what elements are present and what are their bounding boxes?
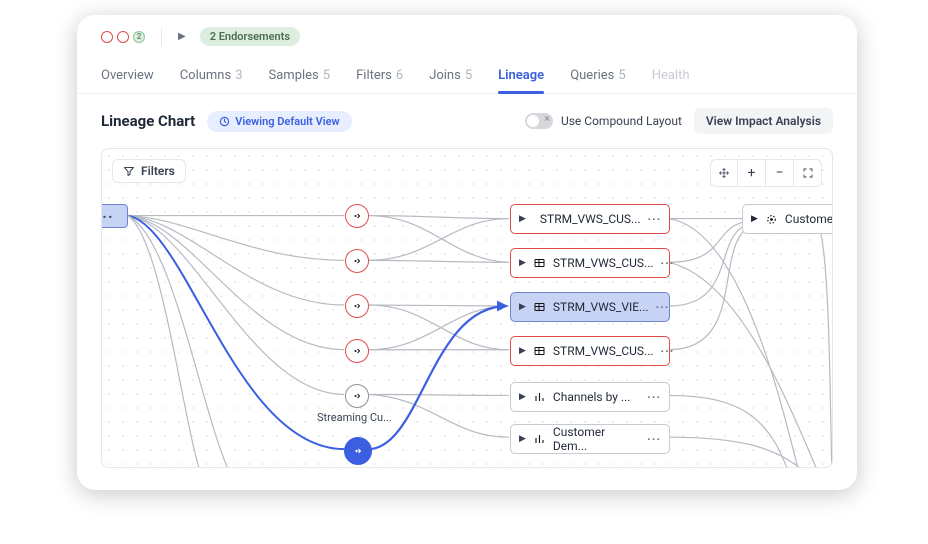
view-impact-button[interactable]: View Impact Analysis: [694, 108, 833, 134]
table-node[interactable]: ▶ STRM_VWS_CUS... ···: [510, 248, 670, 278]
node-title: STRM_VWS_CUS...: [540, 212, 641, 226]
lineage-canvas[interactable]: Filters + − ··· Streaming Cu... ▶ STRM_V…: [101, 148, 833, 468]
expand-icon[interactable]: ▶: [519, 214, 526, 224]
expand-icon[interactable]: ▶: [519, 392, 526, 402]
tab-count: 5: [618, 68, 625, 83]
node-menu-button[interactable]: ···: [656, 300, 670, 314]
table-icon: [533, 257, 546, 269]
chevron-right-icon: ▶: [178, 31, 186, 42]
tab-queries[interactable]: Queries 5: [570, 68, 626, 83]
node-title: Channels by ...: [553, 390, 630, 404]
zoom-in-button[interactable]: +: [738, 159, 766, 187]
expand-icon[interactable]: ▶: [519, 258, 526, 268]
table-icon: [533, 301, 546, 313]
fullscreen-button[interactable]: [794, 159, 822, 187]
transform-node[interactable]: [345, 204, 369, 228]
destination-node[interactable]: ▶ Customer: [742, 204, 833, 234]
ring-count-icon: 2: [133, 31, 145, 43]
tab-joins[interactable]: Joins 5: [429, 68, 472, 83]
node-menu-button[interactable]: ···: [647, 390, 661, 404]
chart-node[interactable]: ▶ Customer Dem... ···: [510, 424, 670, 454]
status-rings: 2: [101, 31, 145, 43]
move-icon: [718, 167, 730, 179]
expand-icon[interactable]: ▶: [751, 214, 758, 224]
transform-node[interactable]: [345, 294, 369, 318]
tab-count: 6: [396, 68, 403, 83]
zoom-out-button[interactable]: −: [766, 159, 794, 187]
table-node[interactable]: ▶ STRM_VWS_CUS... ···: [510, 204, 670, 234]
tab-count: 5: [465, 68, 472, 83]
node-title: STRM_VWS_VIE...: [553, 300, 649, 314]
compound-layout-toggle[interactable]: Use Compound Layout: [525, 113, 682, 129]
tab-label: Queries: [570, 68, 614, 83]
origin-node[interactable]: ···: [101, 204, 128, 228]
node-title: STRM_VWS_CUS...: [553, 344, 654, 358]
tab-label: Samples: [269, 68, 319, 83]
transform-node[interactable]: [345, 339, 369, 363]
tab-samples[interactable]: Samples 5: [269, 68, 331, 83]
canvas-controls: + −: [710, 159, 822, 187]
clock-icon: [219, 116, 230, 127]
tab-columns[interactable]: Columns3: [180, 68, 243, 83]
expand-icon[interactable]: ▶: [519, 434, 526, 444]
lineage-wires: [102, 149, 832, 467]
divider: [161, 28, 162, 46]
toggle-switch[interactable]: [525, 113, 553, 129]
tab-label: Joins: [429, 68, 461, 83]
tab-filters[interactable]: Filters 6: [356, 68, 403, 83]
ring-icon: [117, 31, 129, 43]
toggle-label: Use Compound Layout: [561, 114, 682, 128]
bar-chart-icon: [533, 433, 546, 445]
transform-node[interactable]: [345, 384, 369, 408]
fullscreen-icon: [802, 167, 814, 179]
chart-node[interactable]: ▶ Channels by ... ···: [510, 382, 670, 412]
node-title: Customer Dem...: [553, 425, 640, 453]
table-node-selected[interactable]: ▶ STRM_VWS_VIE... ···: [510, 292, 670, 322]
endorsements-badge[interactable]: 2 Endorsements: [200, 27, 300, 46]
ring-icon: [101, 31, 113, 43]
tab-label: Health: [652, 68, 690, 83]
node-menu-button[interactable]: ···: [648, 212, 662, 226]
page-title: Lineage Chart: [101, 112, 195, 130]
transform-node[interactable]: [345, 249, 369, 273]
tab-lineage[interactable]: Lineage: [498, 68, 544, 83]
node-menu-button[interactable]: ···: [661, 256, 675, 270]
tab-health[interactable]: Health: [652, 68, 690, 83]
node-label: Streaming Cu...: [317, 411, 392, 424]
node-menu-button[interactable]: ···: [661, 344, 675, 358]
filter-icon: [123, 165, 135, 177]
lineage-header: Lineage Chart Viewing Default View Use C…: [77, 94, 857, 148]
tab-label: Lineage: [498, 68, 544, 83]
tab-label: Overview: [101, 68, 154, 83]
table-icon: [533, 345, 546, 357]
target-icon: [765, 213, 778, 226]
filters-label: Filters: [141, 164, 175, 178]
expand-icon[interactable]: ▶: [519, 346, 526, 356]
transform-node-selected[interactable]: [344, 437, 372, 465]
viewing-label: Viewing Default View: [235, 115, 339, 128]
badge-row: 2 ▶ 2 Endorsements: [77, 15, 857, 46]
node-menu-button[interactable]: ···: [647, 432, 661, 446]
tab-label: Filters: [356, 68, 392, 83]
tab-label: Columns: [180, 68, 232, 83]
table-node[interactable]: ▶ STRM_VWS_CUS... ···: [510, 336, 670, 366]
node-title: STRM_VWS_CUS...: [553, 256, 654, 270]
node-title: Customer: [785, 212, 833, 226]
tab-count: 3: [235, 68, 242, 83]
tabs: Overview Columns3 Samples 5 Filters 6 Join…: [77, 46, 857, 94]
tab-overview[interactable]: Overview: [101, 68, 154, 83]
tab-count: 5: [323, 68, 330, 83]
expand-icon[interactable]: ▶: [519, 302, 526, 312]
viewing-pill[interactable]: Viewing Default View: [207, 111, 351, 132]
filters-button[interactable]: Filters: [112, 159, 186, 183]
bar-chart-icon: [533, 391, 546, 403]
fit-button[interactable]: [710, 159, 738, 187]
